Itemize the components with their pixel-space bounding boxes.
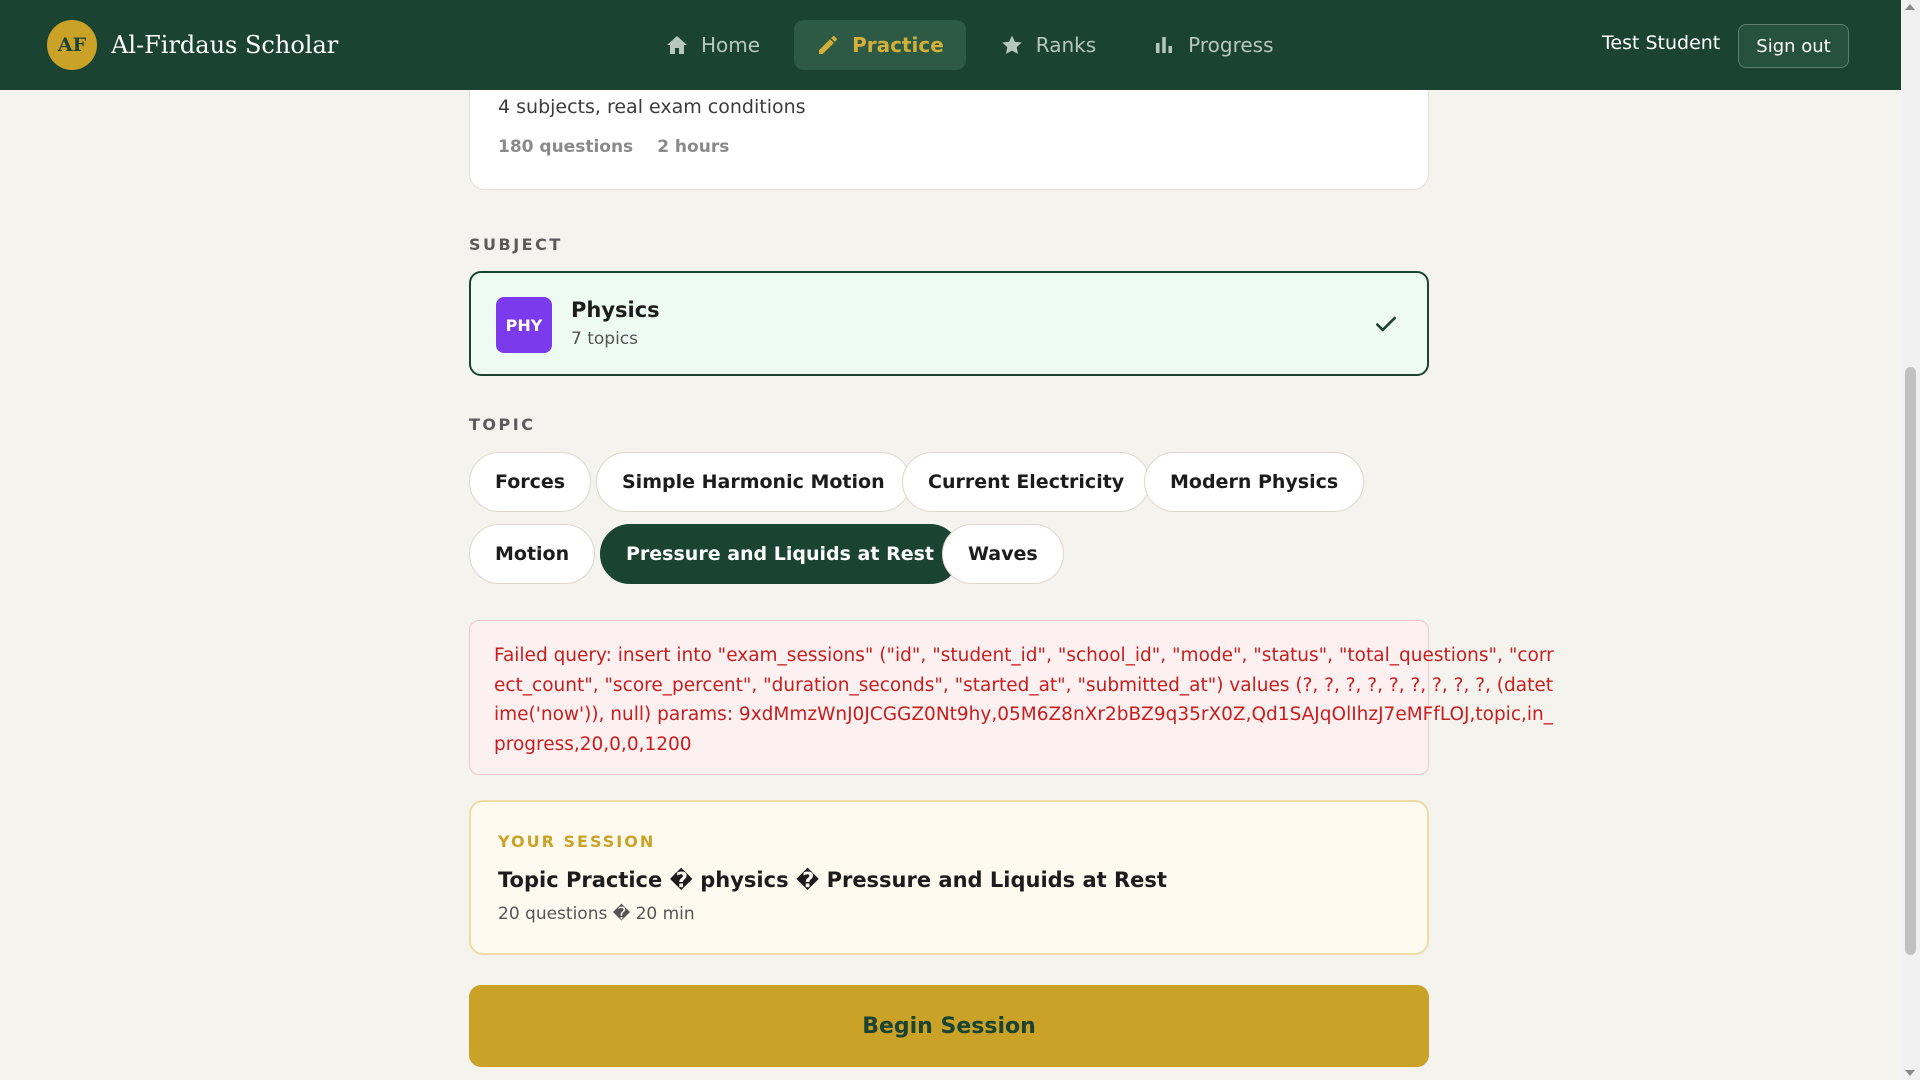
scroll-down-arrow-icon[interactable] <box>1905 1070 1915 1076</box>
topic-chip-motion[interactable]: Motion <box>469 524 596 584</box>
star-icon <box>1002 35 1022 54</box>
scroll-up-arrow-icon[interactable] <box>1905 4 1915 10</box>
topic-chip-waves[interactable]: Waves <box>942 524 1064 584</box>
session-details: 20 questions � 20 min <box>498 904 695 924</box>
subject-option-physics[interactable]: PHY Physics 7 topics <box>469 271 1429 376</box>
nav-home-label: Home <box>701 33 761 57</box>
nav-practice[interactable]: Practice <box>794 20 966 70</box>
nav-progress[interactable]: Progress <box>1130 20 1295 70</box>
nav-home[interactable]: Home <box>643 20 782 70</box>
brand-logo: AF <box>47 20 97 70</box>
topic-chip-current-electricity[interactable]: Current Electricity <box>902 452 1151 512</box>
subject-topic-count: 7 topics <box>571 329 639 349</box>
brand[interactable]: AF Al-Firdaus Scholar <box>47 20 338 70</box>
topic-chip-pressure-and-liquids-at-rest[interactable]: Pressure and Liquids at Rest <box>600 524 960 584</box>
check-icon <box>1376 316 1396 332</box>
home-icon <box>667 36 687 54</box>
bar-chart-icon <box>1156 37 1173 53</box>
begin-session-button[interactable]: Begin Session <box>469 985 1429 1067</box>
error-alert: Failed query: insert into "exam_sessions… <box>469 620 1554 775</box>
nav-progress-label: Progress <box>1188 33 1274 57</box>
scrollbar-thumb[interactable] <box>1905 367 1916 955</box>
session-label: YOUR SESSION <box>498 832 656 851</box>
user-name: Test Student <box>1602 32 1721 54</box>
subject-badge: PHY <box>496 297 552 353</box>
topic-section-label: TOPIC <box>469 415 536 434</box>
exam-meta: 180 questions 2 hours <box>498 137 729 157</box>
nav-practice-label: Practice <box>852 33 944 57</box>
exam-duration: 2 hours <box>657 137 730 157</box>
sign-out-button[interactable]: Sign out <box>1738 24 1849 68</box>
nav-ranks[interactable]: Ranks <box>978 20 1118 70</box>
main-nav: Home Practice Ranks Progress <box>643 20 1296 70</box>
subject-section-label: SUBJECT <box>469 235 563 254</box>
subject-name: Physics <box>571 298 660 322</box>
topic-chip-simple-harmonic-motion[interactable]: Simple Harmonic Motion <box>596 452 911 512</box>
top-navigation-bar: AF Al-Firdaus Scholar Home Practice Rank… <box>0 0 1901 90</box>
topic-chip-forces[interactable]: Forces <box>469 452 592 512</box>
pencil-icon <box>819 35 838 54</box>
exam-question-count: 180 questions <box>498 137 634 157</box>
topic-chip-modern-physics[interactable]: Modern Physics <box>1144 452 1365 512</box>
session-summary-card: YOUR SESSION Topic Practice � physics � … <box>469 800 1429 955</box>
page-scrollbar[interactable] <box>1901 0 1920 1080</box>
brand-name: Al-Firdaus Scholar <box>111 31 339 59</box>
session-title: Topic Practice � physics � Pressure and … <box>498 868 1167 892</box>
nav-ranks-label: Ranks <box>1035 33 1097 57</box>
error-message: Failed query: insert into "exam_sessions… <box>494 645 1554 755</box>
exam-description: 4 subjects, real exam conditions <box>498 96 806 118</box>
